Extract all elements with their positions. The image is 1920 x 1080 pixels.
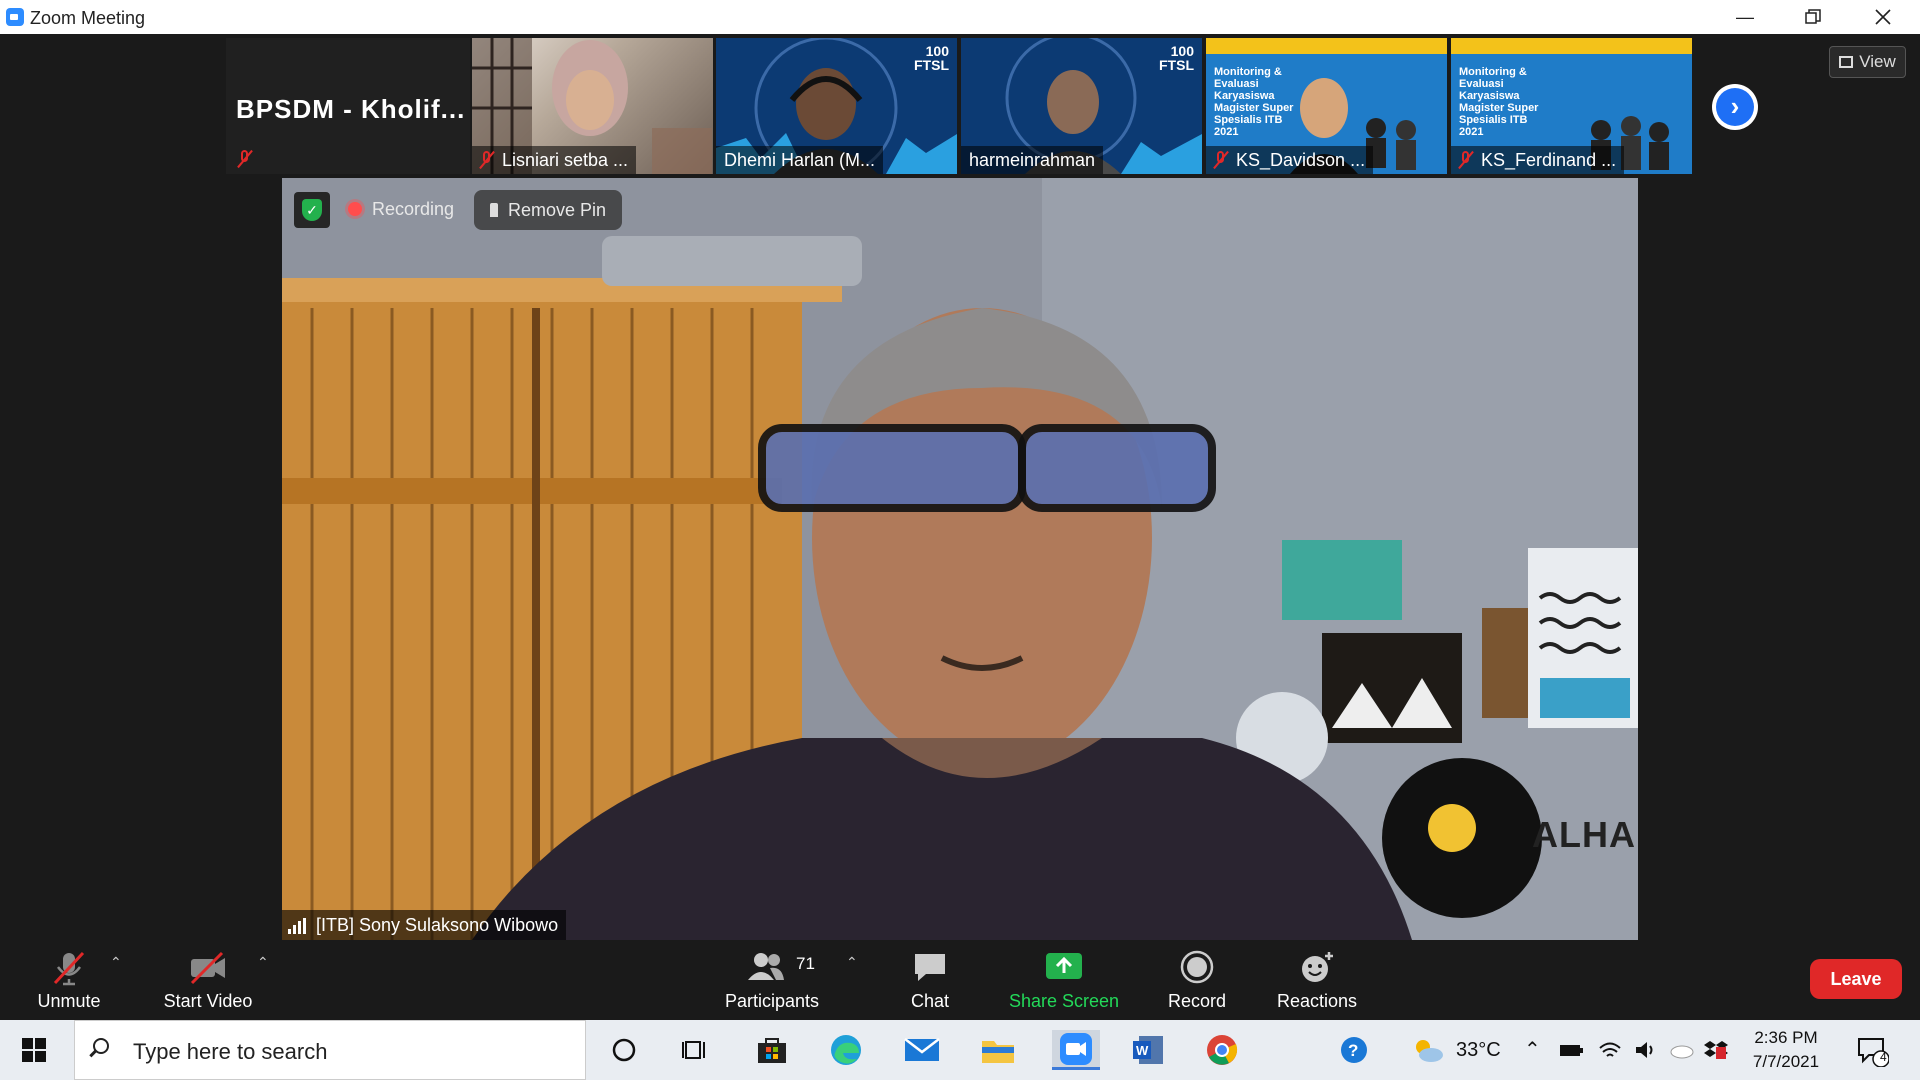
next-page-button[interactable]: › xyxy=(1712,84,1758,130)
participants-icon xyxy=(746,950,786,989)
help-icon[interactable]: ? xyxy=(1334,1030,1374,1070)
emoji-reaction-icon xyxy=(1299,950,1335,989)
participant-name-label: Dhemi Harlan (M... xyxy=(716,146,884,174)
start-video-button[interactable]: Start Video xyxy=(156,940,260,1020)
muted-mic-icon xyxy=(1214,151,1228,169)
participant-name-label: harmeinrahman xyxy=(961,146,1104,174)
chat-button[interactable]: Chat xyxy=(900,940,960,1020)
video-options-caret[interactable]: ⌃ xyxy=(257,954,269,971)
participant-tile[interactable]: Lisniari setba ... xyxy=(472,38,713,174)
onedrive-cloud-icon[interactable] xyxy=(1664,1030,1700,1070)
windows-taskbar: Type here to search W ? 33°C ⌃ 2:36 PM 7… xyxy=(0,1020,1920,1080)
mail-icon[interactable] xyxy=(902,1030,942,1070)
ftsl-badge: 100 FTSL xyxy=(914,43,949,73)
recording-dot-icon xyxy=(348,202,362,216)
participant-tile[interactable]: 100 FTSL harmeinrahman xyxy=(961,38,1202,174)
poster-text: Monitoring & Evaluasi Karyasiswa Magiste… xyxy=(1214,66,1294,138)
word-icon[interactable]: W xyxy=(1128,1030,1168,1070)
record-icon xyxy=(1180,950,1214,989)
participant-name-label: KS_Davidson ... xyxy=(1206,146,1374,174)
weather-icon[interactable] xyxy=(1408,1030,1448,1070)
window-title: Zoom Meeting xyxy=(30,8,146,28)
taskbar-clock[interactable]: 2:36 PM 7/7/2021 xyxy=(1742,1026,1830,1074)
zoom-app-icon xyxy=(6,8,24,26)
participant-tile[interactable]: Monitoring & Evaluasi Karyasiswa Magiste… xyxy=(1451,38,1692,174)
show-hidden-icons-chevron[interactable]: ⌃ xyxy=(1524,1020,1541,1080)
muted-mic-icon xyxy=(480,151,494,169)
cortana-icon[interactable] xyxy=(604,1030,644,1070)
record-button[interactable]: Record xyxy=(1160,940,1234,1020)
shield-check-icon: ✓ xyxy=(302,199,322,221)
featured-participant-name: BPSDM - Kholif... xyxy=(236,94,466,124)
svg-text:W: W xyxy=(1136,1043,1149,1058)
participant-tile[interactable]: Monitoring & Evaluasi Karyasiswa Magiste… xyxy=(1206,38,1447,174)
clock-time: 2:36 PM xyxy=(1754,1028,1818,1047)
close-button[interactable] xyxy=(1860,0,1906,34)
recording-indicator[interactable]: Recording xyxy=(342,192,454,226)
featured-participant-tile[interactable]: BPSDM - Kholif... xyxy=(226,38,470,174)
restore-button[interactable] xyxy=(1790,0,1836,34)
participants-options-caret[interactable]: ⌃ xyxy=(846,954,858,971)
grid-view-icon xyxy=(1839,56,1854,68)
taskbar-search-box[interactable]: Type here to search xyxy=(74,1020,586,1080)
chrome-icon[interactable] xyxy=(1202,1030,1242,1070)
view-button[interactable]: View xyxy=(1829,46,1906,78)
wifi-icon[interactable] xyxy=(1592,1030,1628,1070)
pin-icon xyxy=(489,203,498,217)
microsoft-store-icon[interactable] xyxy=(752,1030,792,1070)
close-icon xyxy=(1875,9,1891,25)
speaker-video-image xyxy=(282,178,1638,940)
security-shield-button[interactable]: ✓ xyxy=(294,192,330,228)
svg-text:?: ? xyxy=(1348,1041,1358,1060)
volume-icon[interactable] xyxy=(1628,1030,1664,1070)
window-titlebar: Zoom Meeting — xyxy=(0,0,1920,34)
muted-mic-icon xyxy=(1459,151,1473,169)
participant-name-label: KS_Ferdinand ... xyxy=(1451,146,1625,174)
task-view-icon[interactable] xyxy=(676,1030,716,1070)
wall-sign-text: ALHAMD xyxy=(1532,814,1638,855)
muted-mic-icon xyxy=(238,150,252,168)
dropbox-icon[interactable] xyxy=(1698,1030,1734,1070)
participant-tile[interactable]: 100 FTSL Dhemi Harlan (M... xyxy=(716,38,957,174)
chat-bubble-icon xyxy=(912,950,948,989)
audio-options-caret[interactable]: ⌃ xyxy=(110,954,122,971)
share-screen-button[interactable]: Share Screen xyxy=(1004,940,1124,1020)
windows-start-button[interactable] xyxy=(22,1038,46,1062)
leave-meeting-button[interactable]: Leave xyxy=(1810,959,1902,999)
participants-button[interactable]: 71 Participants xyxy=(722,940,822,1020)
minimize-button[interactable]: — xyxy=(1722,0,1768,34)
weather-temperature[interactable]: 33°C xyxy=(1456,1020,1501,1080)
meeting-toolbar: Unmute ⌃ Start Video ⌃ 71 Participants ⌃… xyxy=(0,940,1920,1020)
notification-count: 4 xyxy=(1880,1050,1887,1064)
reactions-button[interactable]: Reactions xyxy=(1274,940,1360,1020)
notifications-icon[interactable]: 4 xyxy=(1852,1030,1892,1070)
battery-icon[interactable] xyxy=(1554,1030,1590,1070)
zoom-taskbar-icon[interactable] xyxy=(1052,1030,1100,1070)
edge-browser-icon[interactable] xyxy=(826,1030,866,1070)
remove-pin-button[interactable]: Remove Pin xyxy=(474,190,622,230)
main-speaker-video: ALHAMD xyxy=(282,178,1638,940)
search-icon xyxy=(93,1038,109,1054)
ftsl-badge: 100 FTSL xyxy=(1159,43,1194,73)
signal-strength-icon xyxy=(288,918,310,934)
muted-microphone-icon xyxy=(51,950,87,991)
clock-date: 7/7/2021 xyxy=(1752,1052,1820,1071)
participant-name-label: Lisniari setba ... xyxy=(472,146,637,174)
file-explorer-icon[interactable] xyxy=(978,1030,1018,1070)
chevron-right-icon: › xyxy=(1716,88,1754,126)
poster-text: Monitoring & Evaluasi Karyasiswa Magiste… xyxy=(1459,66,1539,138)
participants-count: 71 xyxy=(796,954,815,973)
share-screen-icon xyxy=(1045,950,1083,987)
video-off-icon xyxy=(188,950,228,991)
restore-icon xyxy=(1805,9,1821,24)
unmute-button[interactable]: Unmute xyxy=(26,940,112,1020)
speaker-name-tag: [ITB] Sony Sulaksono Wibowo xyxy=(282,910,567,940)
